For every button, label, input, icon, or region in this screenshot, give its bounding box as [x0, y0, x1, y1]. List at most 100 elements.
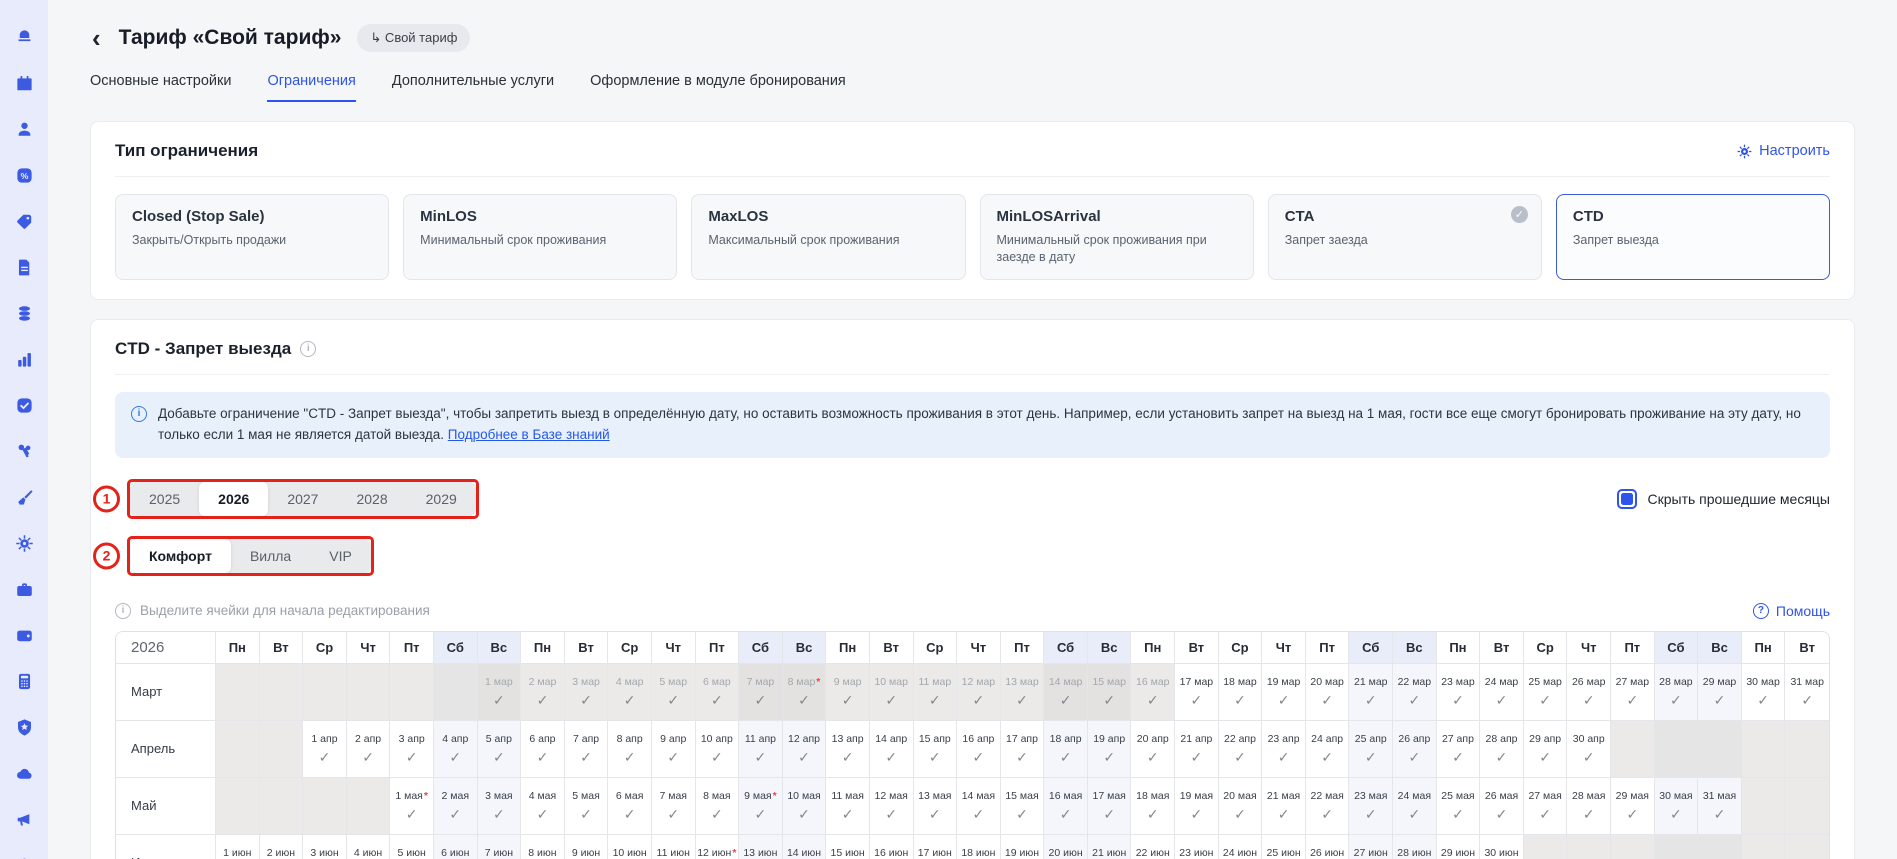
- day-cell-17-июн[interactable]: 17 июн✓: [914, 835, 958, 859]
- day-cell-11-мар[interactable]: 11 мар✓: [914, 664, 958, 721]
- day-cell-17-мая[interactable]: 17 мая✓: [1088, 778, 1132, 835]
- day-cell-21-мар[interactable]: 21 мар✓: [1349, 664, 1393, 721]
- day-cell-4-мая[interactable]: 4 мая✓: [521, 778, 565, 835]
- day-cell-12-июн[interactable]: 12 июн*✓: [696, 835, 740, 859]
- year-tab-2028[interactable]: 2028: [337, 482, 406, 516]
- day-cell-6-апр[interactable]: 6 апр✓: [521, 721, 565, 778]
- sidebar-item-user[interactable]: [13, 854, 35, 859]
- day-cell-16-июн[interactable]: 16 июн✓: [870, 835, 914, 859]
- day-cell-4-апр[interactable]: 4 апр✓: [434, 721, 478, 778]
- day-cell-27-июн[interactable]: 27 июн✓: [1349, 835, 1393, 859]
- sidebar-item-bar-chart[interactable]: [13, 348, 35, 370]
- day-cell-27-мая[interactable]: 27 мая✓: [1524, 778, 1568, 835]
- year-tab-2025[interactable]: 2025: [130, 482, 199, 516]
- day-cell-8-мая[interactable]: 8 мая✓: [696, 778, 740, 835]
- sidebar-item-user[interactable]: [13, 118, 35, 140]
- day-cell-6-мая[interactable]: 6 мая✓: [608, 778, 652, 835]
- sidebar-item-tag[interactable]: [13, 210, 35, 232]
- day-cell-18-мая[interactable]: 18 мая✓: [1131, 778, 1175, 835]
- day-cell-4-июн[interactable]: 4 июн✓: [347, 835, 391, 859]
- day-cell-18-мар[interactable]: 18 мар✓: [1219, 664, 1263, 721]
- day-cell-21-мая[interactable]: 21 мая✓: [1262, 778, 1306, 835]
- room-tab-комфорт[interactable]: Комфорт: [130, 539, 231, 573]
- sidebar-item-bell[interactable]: [13, 26, 35, 48]
- day-cell-23-апр[interactable]: 23 апр✓: [1262, 721, 1306, 778]
- restriction-card-ctd[interactable]: CTDЗапрет выезда: [1556, 194, 1830, 280]
- day-cell-9-мая[interactable]: 9 мая*✓: [739, 778, 783, 835]
- day-cell-2-мая[interactable]: 2 мая✓: [434, 778, 478, 835]
- sidebar-item-coins[interactable]: [13, 302, 35, 324]
- sidebar-item-keys[interactable]: [13, 440, 35, 462]
- day-cell-16-мар[interactable]: 16 мар✓: [1131, 664, 1175, 721]
- day-cell-25-мар[interactable]: 25 мар✓: [1524, 664, 1568, 721]
- day-cell-19-мар[interactable]: 19 мар✓: [1262, 664, 1306, 721]
- day-cell-14-мар[interactable]: 14 мар✓: [1044, 664, 1088, 721]
- sidebar-item-briefcase[interactable]: [13, 578, 35, 600]
- sidebar-item-cloud[interactable]: [13, 762, 35, 784]
- day-cell-14-июн[interactable]: 14 июн✓: [783, 835, 827, 859]
- day-cell-13-мар[interactable]: 13 мар✓: [1001, 664, 1045, 721]
- day-cell-18-июн[interactable]: 18 июн✓: [957, 835, 1001, 859]
- restriction-card-maxlos[interactable]: MaxLOSМаксимальный срок проживания: [691, 194, 965, 280]
- sidebar-item-shield[interactable]: [13, 716, 35, 738]
- room-tab-вилла[interactable]: Вилла: [231, 539, 310, 573]
- day-cell-5-июн[interactable]: 5 июн✓: [390, 835, 434, 859]
- info-icon[interactable]: i: [300, 341, 316, 357]
- day-cell-7-мар[interactable]: 7 мар✓: [739, 664, 783, 721]
- year-tab-2029[interactable]: 2029: [407, 482, 476, 516]
- day-cell-24-мар[interactable]: 24 мар✓: [1480, 664, 1524, 721]
- day-cell-24-мая[interactable]: 24 мая✓: [1393, 778, 1437, 835]
- day-cell-8-мар[interactable]: 8 мар*✓: [783, 664, 827, 721]
- day-cell-2-апр[interactable]: 2 апр✓: [347, 721, 391, 778]
- day-cell-3-мая[interactable]: 3 мая✓: [478, 778, 522, 835]
- sidebar-item-wallet[interactable]: [13, 624, 35, 646]
- sidebar-item-megaphone[interactable]: [13, 808, 35, 830]
- day-cell-19-июн[interactable]: 19 июн✓: [1001, 835, 1045, 859]
- day-cell-29-мая[interactable]: 29 мая✓: [1611, 778, 1655, 835]
- day-cell-5-мая[interactable]: 5 мая✓: [565, 778, 609, 835]
- day-cell-6-мар[interactable]: 6 мар✓: [696, 664, 740, 721]
- day-cell-10-апр[interactable]: 10 апр✓: [696, 721, 740, 778]
- day-cell-26-июн[interactable]: 26 июн✓: [1306, 835, 1350, 859]
- day-cell-29-мар[interactable]: 29 мар✓: [1698, 664, 1742, 721]
- day-cell-13-апр[interactable]: 13 апр✓: [826, 721, 870, 778]
- day-cell-20-июн[interactable]: 20 июн✓: [1044, 835, 1088, 859]
- day-cell-19-апр[interactable]: 19 апр✓: [1088, 721, 1132, 778]
- day-cell-29-апр[interactable]: 29 апр✓: [1524, 721, 1568, 778]
- day-cell-9-мар[interactable]: 9 мар✓: [826, 664, 870, 721]
- day-cell-23-июн[interactable]: 23 июн✓: [1175, 835, 1219, 859]
- day-cell-1-мар[interactable]: 1 мар✓: [478, 664, 522, 721]
- restriction-card-cta[interactable]: CTAЗапрет заезда✓: [1268, 194, 1542, 280]
- day-cell-30-июн[interactable]: 30 июн✓: [1480, 835, 1524, 859]
- restriction-card-minlosarrival[interactable]: MinLOSArrivalМинимальный срок проживания…: [980, 194, 1254, 280]
- sidebar-item-calendar[interactable]: [13, 72, 35, 94]
- restriction-card-minlos[interactable]: MinLOSМинимальный срок проживания: [403, 194, 677, 280]
- day-cell-13-июн[interactable]: 13 июн✓: [739, 835, 783, 859]
- year-tab-2026[interactable]: 2026: [199, 482, 268, 516]
- day-cell-4-мар[interactable]: 4 мар✓: [608, 664, 652, 721]
- day-cell-10-мар[interactable]: 10 мар✓: [870, 664, 914, 721]
- day-cell-31-мая[interactable]: 31 мая✓: [1698, 778, 1742, 835]
- restriction-card-closed-stop-sale-[interactable]: Closed (Stop Sale)Закрыть/Открыть продаж…: [115, 194, 389, 280]
- day-cell-20-мая[interactable]: 20 мая✓: [1219, 778, 1263, 835]
- day-cell-30-мар[interactable]: 30 мар✓: [1742, 664, 1786, 721]
- day-cell-27-апр[interactable]: 27 апр✓: [1437, 721, 1481, 778]
- sidebar-item-document[interactable]: [13, 256, 35, 278]
- day-cell-21-июн[interactable]: 21 июн✓: [1088, 835, 1132, 859]
- day-cell-20-мар[interactable]: 20 мар✓: [1306, 664, 1350, 721]
- day-cell-26-мар[interactable]: 26 мар✓: [1567, 664, 1611, 721]
- tab-2[interactable]: Ограничения: [267, 73, 355, 102]
- day-cell-29-июн[interactable]: 29 июн✓: [1437, 835, 1481, 859]
- day-cell-15-апр[interactable]: 15 апр✓: [914, 721, 958, 778]
- hide-past-months-checkbox[interactable]: Скрыть прошедшие месяцы: [1617, 489, 1830, 509]
- back-button[interactable]: ‹: [90, 28, 103, 48]
- configure-button[interactable]: Настроить: [1737, 143, 1830, 159]
- day-cell-2-мар[interactable]: 2 мар✓: [521, 664, 565, 721]
- day-cell-6-июн[interactable]: 6 июн✓: [434, 835, 478, 859]
- day-cell-25-апр[interactable]: 25 апр✓: [1349, 721, 1393, 778]
- day-cell-5-апр[interactable]: 5 апр✓: [478, 721, 522, 778]
- day-cell-21-апр[interactable]: 21 апр✓: [1175, 721, 1219, 778]
- day-cell-28-мар[interactable]: 28 мар✓: [1655, 664, 1699, 721]
- day-cell-31-мар[interactable]: 31 мар✓: [1785, 664, 1829, 721]
- day-cell-14-мая[interactable]: 14 мая✓: [957, 778, 1001, 835]
